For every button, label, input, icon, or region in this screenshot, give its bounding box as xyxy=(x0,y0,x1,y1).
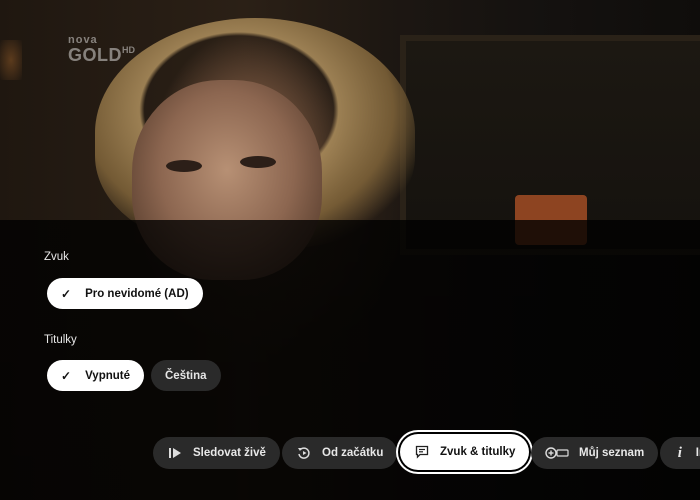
subtitles-icon xyxy=(414,444,430,460)
check-icon: ✓ xyxy=(61,368,72,383)
actor-eye-left xyxy=(166,160,202,172)
from-start-label: Od začátku xyxy=(322,447,384,459)
actor-eye-right xyxy=(240,156,276,168)
channel-logo-big: GOLD xyxy=(68,45,122,65)
background-lamp xyxy=(0,40,22,80)
check-icon: ✓ xyxy=(61,286,72,301)
add-list-icon xyxy=(545,445,569,461)
watch-live-label: Sledovat živě xyxy=(193,447,266,459)
info-label: In xyxy=(695,447,700,459)
subtitles-option-off[interactable]: ✓ Vypnuté xyxy=(47,360,145,391)
subtitles-option-label: Čeština xyxy=(165,369,207,382)
audio-subtitles-label: Zvuk & titulky xyxy=(440,446,516,458)
watch-live-button[interactable]: Sledovat živě xyxy=(153,437,280,469)
restart-icon xyxy=(296,445,312,461)
subtitles-section-title: Titulky xyxy=(44,334,77,346)
audio-section-title: Zvuk xyxy=(44,251,69,263)
live-icon xyxy=(167,445,183,461)
my-list-button[interactable]: Můj seznam xyxy=(531,437,659,469)
subtitles-option-czech[interactable]: Čeština xyxy=(151,360,221,391)
audio-option-ad[interactable]: ✓ Pro nevidomé (AD) xyxy=(47,278,203,309)
channel-logo: nova GOLDHD xyxy=(68,35,158,67)
from-start-button[interactable]: Od začátku xyxy=(282,437,398,469)
subtitles-option-label: Vypnuté xyxy=(85,369,131,382)
audio-option-label: Pro nevidomé (AD) xyxy=(85,287,189,300)
channel-logo-hd: HD xyxy=(122,45,135,55)
my-list-label: Můj seznam xyxy=(579,447,645,459)
audio-subtitles-button[interactable]: Zvuk & titulky xyxy=(400,434,530,470)
info-button[interactable]: i In xyxy=(660,437,700,469)
info-icon: i xyxy=(677,444,682,461)
